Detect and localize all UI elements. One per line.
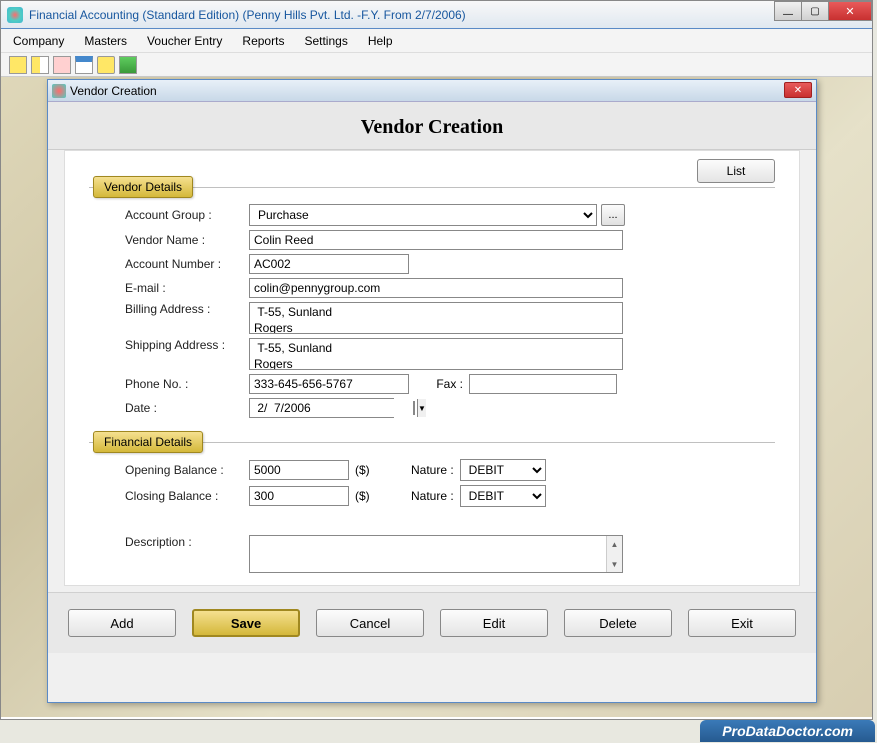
content-area: Vendor Creation ✕ Vendor Creation List V… — [1, 77, 872, 717]
form-area: List Vendor Details Account Group : Purc… — [64, 150, 800, 586]
date-label: Date : — [125, 401, 249, 415]
financial-details-legend: Financial Details — [93, 431, 203, 453]
menu-settings[interactable]: Settings — [304, 34, 347, 48]
description-scrollbar[interactable]: ▲ ▼ — [606, 536, 622, 572]
toolbar-icon-6[interactable] — [119, 56, 137, 74]
exit-button[interactable]: Exit — [688, 609, 796, 637]
dialog-title-text: Vendor Creation — [70, 84, 157, 98]
toolbar — [1, 53, 872, 77]
calendar-icon — [413, 401, 415, 415]
vendor-name-input[interactable] — [249, 230, 623, 250]
menu-company[interactable]: Company — [13, 34, 64, 48]
email-input[interactable] — [249, 278, 623, 298]
account-number-label: Account Number : — [125, 257, 249, 271]
nature2-label: Nature : — [370, 489, 460, 503]
app-icon — [7, 7, 23, 23]
window-title: Financial Accounting (Standard Edition) … — [29, 8, 466, 22]
close-button[interactable] — [828, 1, 872, 21]
phone-input[interactable] — [249, 374, 409, 394]
fax-input[interactable] — [469, 374, 617, 394]
scroll-up-icon[interactable]: ▲ — [607, 536, 622, 552]
date-dropdown-icon[interactable] — [417, 399, 426, 417]
vendor-details-group: Vendor Details Account Group : Purchase … — [89, 187, 775, 430]
account-group-browse-button[interactable]: ... — [601, 204, 625, 226]
toolbar-icon-1[interactable] — [9, 56, 27, 74]
dialog-heading: Vendor Creation — [48, 102, 816, 150]
button-row: Add Save Cancel Edit Delete Exit — [48, 592, 816, 653]
list-button[interactable]: List — [697, 159, 775, 183]
menu-masters[interactable]: Masters — [84, 34, 127, 48]
toolbar-icon-2[interactable] — [31, 56, 49, 74]
financial-details-group: Financial Details Opening Balance : ($) … — [89, 442, 775, 519]
description-label: Description : — [125, 535, 249, 573]
toolbar-icon-5[interactable] — [97, 56, 115, 74]
closing-currency: ($) — [355, 489, 370, 503]
shipping-address-input[interactable]: T-55, Sunland Rogers — [249, 338, 623, 370]
nature1-label: Nature : — [370, 463, 460, 477]
minimize-button[interactable] — [774, 1, 802, 21]
billing-address-label: Billing Address : — [125, 302, 249, 316]
date-input[interactable] — [250, 399, 413, 417]
billing-address-input[interactable]: T-55, Sunland Rogers — [249, 302, 623, 334]
title-bar: Financial Accounting (Standard Edition) … — [1, 1, 872, 29]
fax-label: Fax : — [409, 377, 469, 391]
main-window: Financial Accounting (Standard Edition) … — [0, 0, 873, 720]
description-row: Description : ▲ ▼ — [65, 527, 799, 577]
menu-reports[interactable]: Reports — [242, 34, 284, 48]
nature1-select[interactable]: DEBIT — [460, 459, 546, 481]
vendor-creation-dialog: Vendor Creation ✕ Vendor Creation List V… — [47, 79, 817, 703]
scroll-down-icon[interactable]: ▼ — [607, 556, 622, 572]
edit-button[interactable]: Edit — [440, 609, 548, 637]
toolbar-icon-3[interactable] — [53, 56, 71, 74]
window-controls — [775, 1, 872, 21]
menu-voucher-entry[interactable]: Voucher Entry — [147, 34, 222, 48]
email-label: E-mail : — [125, 281, 249, 295]
dialog-body: Vendor Creation List Vendor Details Acco… — [48, 102, 816, 653]
account-number-input[interactable] — [249, 254, 409, 274]
add-button[interactable]: Add — [68, 609, 176, 637]
opening-balance-label: Opening Balance : — [125, 463, 249, 477]
date-picker[interactable] — [249, 398, 394, 418]
dialog-icon — [52, 84, 66, 98]
phone-label: Phone No. : — [125, 377, 249, 391]
maximize-button[interactable] — [801, 1, 829, 21]
dialog-title-bar: Vendor Creation ✕ — [48, 80, 816, 102]
toolbar-icon-4[interactable] — [75, 56, 93, 74]
shipping-address-label: Shipping Address : — [125, 338, 249, 352]
description-input[interactable] — [250, 536, 606, 570]
save-button[interactable]: Save — [192, 609, 300, 637]
closing-balance-input[interactable] — [249, 486, 349, 506]
nature2-select[interactable]: DEBIT — [460, 485, 546, 507]
account-group-label: Account Group : — [125, 208, 249, 222]
vendor-name-label: Vendor Name : — [125, 233, 249, 247]
delete-button[interactable]: Delete — [564, 609, 672, 637]
dialog-close-button[interactable]: ✕ — [784, 82, 812, 98]
opening-balance-input[interactable] — [249, 460, 349, 480]
account-group-select[interactable]: Purchase — [249, 204, 597, 226]
vendor-details-legend: Vendor Details — [93, 176, 193, 198]
cancel-button[interactable]: Cancel — [316, 609, 424, 637]
closing-balance-label: Closing Balance : — [125, 489, 249, 503]
menu-help[interactable]: Help — [368, 34, 393, 48]
brand-footer: ProDataDoctor.com — [700, 720, 875, 742]
menu-bar: Company Masters Voucher Entry Reports Se… — [1, 29, 872, 53]
opening-currency: ($) — [355, 463, 370, 477]
description-wrapper: ▲ ▼ — [249, 535, 623, 573]
